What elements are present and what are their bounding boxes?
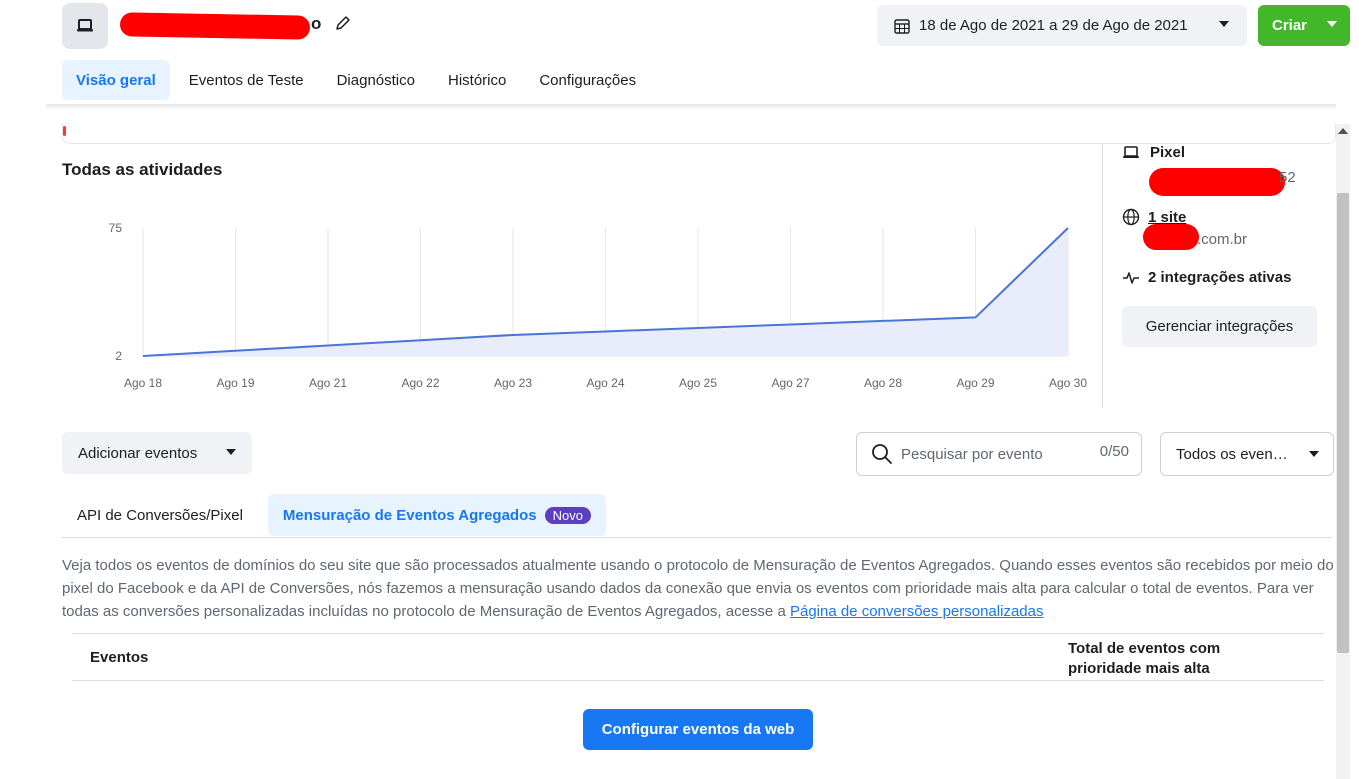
x-tick-label: Ago 25	[679, 376, 717, 390]
search-count: 0/50	[1099, 443, 1129, 460]
new-badge: Novo	[544, 506, 591, 524]
integrations-label: 2 integrações ativas	[1148, 269, 1292, 286]
activity-chart-svg: 2 75 Ago 18 Ago 19 Ago 21 Ago 22 Ago 23 Ago 24 A…	[109, 221, 1088, 390]
chevron-down-icon	[1309, 451, 1319, 457]
redacted-domain	[1143, 224, 1199, 250]
page-title: o	[311, 14, 322, 33]
y-tick-label: 75	[109, 221, 123, 235]
chevron-down-icon	[1219, 21, 1229, 27]
main-tabs: Visão geral Eventos de Teste Diagnóstico…	[62, 60, 655, 100]
date-range-picker[interactable]: 18 de Ago de 2021 a 29 de Ago de 2021	[877, 5, 1247, 46]
laptop-icon	[1123, 145, 1139, 158]
activity-chart: 2 75 Ago 18 Ago 19 Ago 21 Ago 22 Ago 23 Ago 24 A…	[62, 200, 1102, 410]
x-tick-label: Ago 22	[401, 376, 439, 390]
laptop-icon	[77, 19, 93, 32]
pixel-info-panel: Pixel 52 1 site .com.br 2 integrações at…	[1102, 144, 1322, 408]
activity-title: Todas as atividades	[62, 160, 223, 179]
x-tick-label: Ago 27	[771, 376, 809, 390]
pixel-id: 52	[1279, 169, 1296, 186]
header-divider	[46, 104, 1336, 110]
event-filter-label: Todos os even…	[1176, 445, 1288, 463]
tab-diagnostics[interactable]: Diagnóstico	[323, 60, 429, 100]
x-tick-label: Ago 18	[124, 376, 162, 390]
sub-tabs: API de Conversões/Pixel Mensuração de Ev…	[62, 494, 616, 536]
y-tick-label: 2	[115, 349, 122, 363]
configure-web-events-button[interactable]: Configurar eventos da web	[583, 709, 813, 750]
integrations-row: 2 integrações ativas	[1122, 269, 1291, 286]
col-header-events[interactable]: Eventos	[90, 649, 148, 666]
x-tick-label: Ago 19	[216, 376, 254, 390]
create-button[interactable]: Criar	[1258, 5, 1350, 46]
globe-icon	[1122, 208, 1140, 226]
event-filter-dropdown[interactable]: Todos os even…	[1160, 432, 1334, 476]
pixel-title	[119, 10, 311, 42]
tab-conversions-api[interactable]: API de Conversões/Pixel	[62, 494, 258, 536]
x-tick-label: Ago 23	[494, 376, 532, 390]
pixel-avatar	[62, 3, 108, 49]
x-tick-label: Ago 21	[309, 376, 347, 390]
create-label: Criar	[1272, 17, 1308, 34]
tab-aggregated-events-label: Mensuração de Eventos Agregados	[282, 506, 537, 524]
page-header: o 18 de Ago de 2021 a 29 de Ago de 2021 …	[0, 0, 1359, 108]
chevron-down-icon	[226, 449, 236, 455]
x-tick-label: Ago 28	[864, 376, 902, 390]
pixel-label: Pixel	[1150, 144, 1186, 161]
tab-settings[interactable]: Configurações	[525, 60, 650, 100]
search-input[interactable]: Pesquisar por evento 0/50	[856, 432, 1142, 476]
scrollbar-thumb[interactable]	[1337, 193, 1349, 653]
search-placeholder: Pesquisar por evento	[901, 445, 1043, 463]
pencil-icon[interactable]	[333, 13, 353, 33]
calendar-icon	[894, 18, 910, 34]
tab-history[interactable]: Histórico	[434, 60, 520, 100]
pixel-row: Pixel	[1122, 144, 1185, 161]
activity-pulse-icon	[1123, 271, 1139, 284]
redacted-pixel-id	[1149, 168, 1285, 196]
tab-overview[interactable]: Visão geral	[62, 60, 170, 100]
sub-tabs-divider	[62, 537, 1332, 538]
manage-integrations-button[interactable]: Gerenciar integrações	[1122, 306, 1317, 347]
alert-strip	[62, 124, 1336, 144]
add-events-label: Adicionar eventos	[78, 444, 198, 462]
date-range-label: 18 de Ago de 2021 a 29 de Ago de 2021	[919, 17, 1188, 34]
chevron-down-icon	[1327, 21, 1337, 27]
scroll-up-arrow[interactable]	[1338, 128, 1348, 134]
add-events-button[interactable]: Adicionar eventos	[62, 432, 252, 474]
tab-test-events[interactable]: Eventos de Teste	[175, 60, 318, 100]
col-header-total[interactable]: Total de eventos com prioridade mais alt…	[1068, 639, 1268, 679]
site-label[interactable]: 1 site	[1148, 209, 1186, 226]
custom-conversions-link[interactable]: Página de conversões personalizadas	[790, 603, 1044, 620]
events-table-header: Eventos Total de eventos com prioridade …	[72, 633, 1324, 681]
description-text: Veja todos os eventos de domínios do seu…	[62, 557, 1334, 620]
error-indicator	[63, 126, 66, 136]
description: Veja todos os eventos de domínios do seu…	[62, 554, 1338, 623]
x-tick-label: Ago 24	[586, 376, 624, 390]
site-domain: .com.br	[1197, 231, 1248, 248]
x-tick-label: Ago 29	[956, 376, 994, 390]
redacted-title	[119, 12, 311, 40]
x-tick-label: Ago 30	[1049, 376, 1087, 390]
search-icon	[872, 444, 892, 464]
tab-aggregated-events[interactable]: Mensuração de Eventos Agregados Novo	[267, 494, 606, 536]
